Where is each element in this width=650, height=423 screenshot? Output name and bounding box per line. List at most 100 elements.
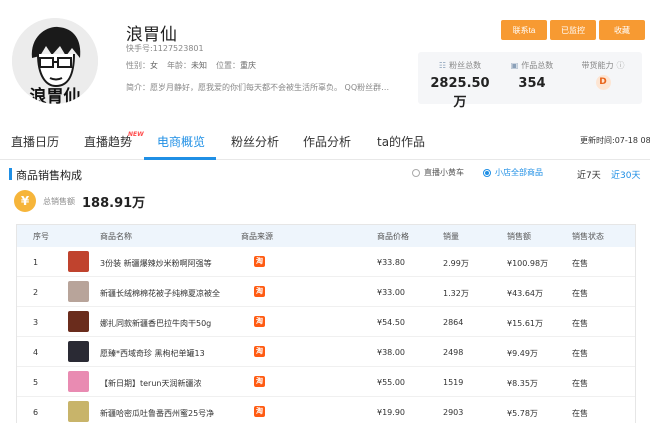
taobao-icon: 淘 [254, 376, 265, 387]
profile-header: 浪胃仙 浪胃仙 快手号:1127523801 性别：女 年龄：未知 位置：重庆 … [0, 0, 650, 120]
filter-shop[interactable]: 小店全部商品 [483, 167, 543, 178]
stat-works-value: 354 [518, 76, 546, 91]
taobao-icon: 淘 [254, 316, 265, 327]
location-label: 位置： [216, 61, 240, 70]
product-thumbnail[interactable] [68, 311, 89, 332]
stat-works: ▣ 作品总数 354 [500, 60, 564, 91]
table-row[interactable]: 1 3份装 新疆爆辣炒米粉啊阿强等 淘 ¥33.80 2.99万 ¥100.98… [17, 247, 635, 277]
table-row[interactable]: 6 新疆哈密瓜吐鲁番西州蜜25号净 淘 ¥19.90 2903 ¥5.78万 在… [17, 397, 635, 423]
radio-live[interactable] [412, 168, 420, 177]
product-status: 在售 [572, 319, 588, 328]
product-sales: 2498 [443, 348, 464, 357]
product-price: ¥33.00 [377, 288, 405, 297]
tab-fans[interactable]: 粉丝分析 [231, 133, 279, 150]
filter-live[interactable]: 直播小黄车 [412, 167, 464, 178]
product-sales: 1519 [443, 378, 464, 387]
section-title: 商品销售构成 [16, 169, 82, 182]
monitor-button[interactable]: 已监控 [550, 20, 596, 40]
row-index: 3 [33, 318, 39, 327]
tab-ecommerce[interactable]: 电商概览 [157, 133, 205, 150]
table-row[interactable]: 2 新疆长绒棉棉花被子纯棉夏凉被全 淘 ¥33.00 1.32万 ¥43.64万… [17, 277, 635, 307]
product-thumbnail[interactable] [68, 281, 89, 302]
row-index: 6 [33, 408, 39, 417]
product-price: ¥38.00 [377, 348, 405, 357]
product-price: ¥19.90 [377, 408, 405, 417]
profile-bio: 简介：愿岁月静好，愿我爱的你们每天都不会被生活所辜负。 QQ粉丝群：51... [126, 82, 396, 93]
location-value: 重庆 [240, 61, 256, 70]
product-thumbnail[interactable] [68, 251, 89, 272]
col-index: 序号 [33, 232, 49, 241]
product-name[interactable]: 【新日期】terun天润新疆浓 [100, 378, 202, 389]
filter-live-label: 直播小黄车 [424, 168, 464, 177]
taobao-icon: 淘 [254, 286, 265, 297]
product-status: 在售 [572, 349, 588, 358]
product-revenue: ¥15.61万 [507, 319, 543, 328]
age-field: 年龄：未知 [167, 60, 207, 71]
col-revenue: 销售额 [507, 232, 531, 241]
period-30-days[interactable]: 近30天 [611, 168, 640, 181]
row-index: 1 [33, 258, 39, 267]
product-status: 在售 [572, 379, 588, 388]
col-name: 商品名称 [100, 232, 132, 241]
profile-meta: 性别：女 年龄：未知 位置：重庆 [126, 60, 256, 71]
product-name[interactable]: 愿臻*西域奇珍 黑枸杞单罐13 [100, 348, 205, 359]
col-price: 商品价格 [377, 232, 409, 241]
table-row[interactable]: 3 娜扎同款新疆香巴拉牛肉干50g 淘 ¥54.50 2864 ¥15.61万 … [17, 307, 635, 337]
fans-icon: ☷ [438, 61, 447, 70]
product-thumbnail[interactable] [68, 341, 89, 362]
section-accent-bar [9, 168, 12, 180]
tab-ta-works[interactable]: ta的作品 [377, 133, 425, 150]
product-price: ¥33.80 [377, 258, 405, 267]
favorite-button[interactable]: 收藏 [599, 20, 645, 40]
table-row[interactable]: 5 【新日期】terun天润新疆浓 淘 ¥55.00 1519 ¥8.35万 在… [17, 367, 635, 397]
product-thumbnail[interactable] [68, 371, 89, 392]
product-name[interactable]: 新疆长绒棉棉花被子纯棉夏凉被全 [100, 288, 220, 299]
product-revenue: ¥100.98万 [507, 259, 549, 268]
stat-fans-label: 粉丝总数 [449, 61, 482, 70]
filter-shop-label: 小店全部商品 [495, 168, 543, 177]
product-status: 在售 [572, 409, 588, 418]
tab-live-calendar[interactable]: 直播日历 [11, 133, 59, 150]
location-field: 位置：重庆 [216, 60, 256, 71]
bio-text: 愿岁月静好，愿我爱的你们每天都不会被生活所辜负。 QQ粉丝群：51... [150, 83, 396, 92]
product-price: ¥55.00 [377, 378, 405, 387]
row-index: 2 [33, 288, 39, 297]
period-7-days[interactable]: 近7天 [577, 168, 601, 181]
table-row[interactable]: 4 愿臻*西域奇珍 黑枸杞单罐13 淘 ¥38.00 2498 ¥9.49万 在… [17, 337, 635, 367]
stat-ability-label: 带货能力 [581, 61, 614, 70]
row-index: 4 [33, 348, 39, 357]
contact-button[interactable]: 联系ta [501, 20, 547, 40]
table-header: 序号 商品名称 商品来源 商品价格 销量 销售额 销售状态 [17, 225, 635, 247]
radio-shop[interactable] [483, 168, 491, 177]
tab-live-trend[interactable]: 直播趋势 [84, 133, 132, 150]
product-sales: 2903 [443, 408, 464, 417]
total-sales-value: 188.91万 [82, 196, 146, 211]
product-thumbnail[interactable] [68, 401, 89, 422]
avatar: 浪胃仙 [12, 18, 98, 104]
active-tab-indicator [144, 157, 216, 160]
stat-fans: ☷ 粉丝总数 2825.50万 [428, 60, 492, 110]
product-sales: 1.32万 [443, 289, 469, 298]
product-revenue: ¥43.64万 [507, 289, 543, 298]
coin-icon: ¥ [14, 190, 36, 212]
product-revenue: ¥9.49万 [507, 349, 538, 358]
bio-label: 简介： [126, 83, 150, 92]
product-sales: 2.99万 [443, 259, 469, 268]
col-sales: 销量 [443, 232, 459, 241]
product-name[interactable]: 娜扎同款新疆香巴拉牛肉干50g [100, 318, 211, 329]
works-icon: ▣ [510, 61, 519, 70]
stats-panel: ☷ 粉丝总数 2825.50万 ▣ 作品总数 354 带货能力 ⓘ D [418, 52, 642, 110]
profile-id: 快手号:1127523801 [126, 44, 204, 53]
new-badge: NEW [128, 131, 144, 138]
tab-works[interactable]: 作品分析 [303, 133, 351, 150]
taobao-icon: 淘 [254, 256, 265, 267]
product-name[interactable]: 新疆哈密瓜吐鲁番西州蜜25号净 [100, 408, 214, 419]
total-sales-label: 总销售额 [43, 197, 75, 206]
product-name[interactable]: 3份装 新疆爆辣炒米粉啊阿强等 [100, 258, 212, 269]
update-time: 更新时间:07-18 08:00 [580, 136, 650, 145]
svg-text:浪胃仙: 浪胃仙 [30, 86, 81, 104]
product-status: 在售 [572, 289, 588, 298]
stat-ability: 带货能力 ⓘ D [572, 60, 634, 90]
help-icon[interactable]: ⓘ [617, 60, 625, 71]
product-price: ¥54.50 [377, 318, 405, 327]
